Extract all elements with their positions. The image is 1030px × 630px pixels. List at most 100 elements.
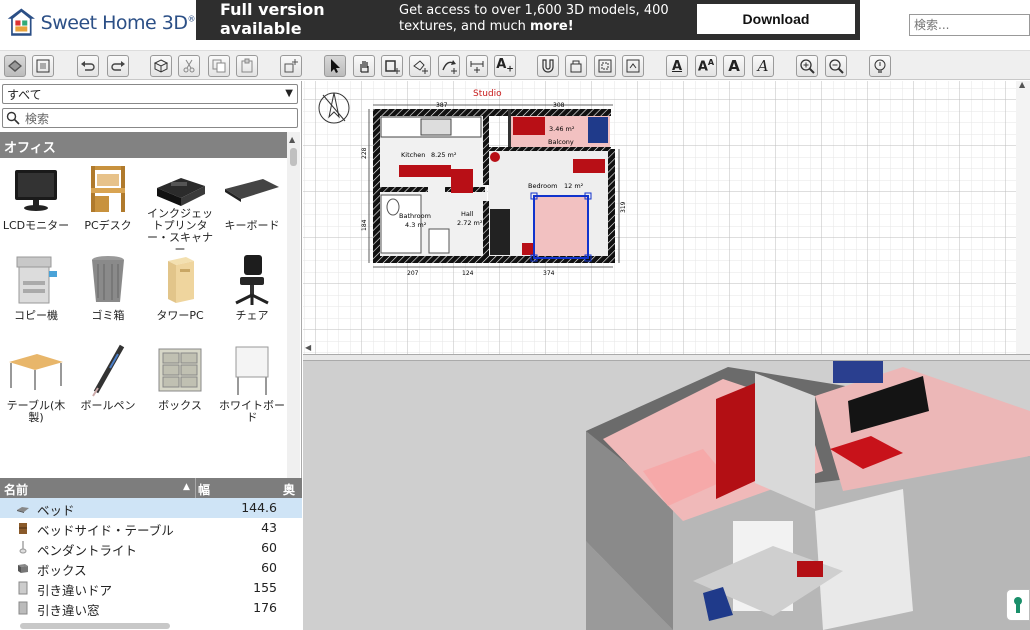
catalog-item-wooden-table[interactable]: テーブル(木製) — [0, 338, 72, 428]
room-name-kitchen[interactable]: Kitchen — [401, 151, 425, 159]
3d-bathroom — [815, 489, 913, 630]
preferences-button[interactable] — [869, 55, 891, 77]
ad-headline[interactable]: Full version available — [196, 0, 371, 40]
table-row[interactable]: ベッドサイド・テーブル 43 — [0, 518, 302, 538]
group-button[interactable] — [565, 55, 587, 77]
floor-plan: Studio Kitchen 8.25 m² Bathroom 4.3 m² H… — [318, 89, 627, 277]
category-select[interactable]: すべて ▼ — [2, 84, 298, 104]
import-furniture-button[interactable] — [280, 55, 302, 77]
nightstand[interactable] — [522, 243, 534, 255]
catalog-item-lcd-monitor[interactable]: LCDモニター — [0, 158, 72, 248]
bold-text-button[interactable]: A — [723, 55, 745, 77]
catalog-item-pc-desk[interactable]: PCデスク — [72, 158, 144, 248]
bold-text-icon: A — [728, 56, 740, 75]
room-name-balcony[interactable]: Balcony — [548, 138, 574, 146]
box-icon — [18, 564, 28, 573]
search-icon — [6, 111, 20, 125]
3d-view-button[interactable] — [32, 55, 54, 77]
table-row[interactable]: ベッド 144.6 — [0, 498, 302, 518]
select-mode-button[interactable] — [324, 55, 346, 77]
pendant-light-icon — [19, 541, 27, 554]
view-splitter[interactable] — [303, 354, 1030, 361]
catalog-item-ballpoint-pen[interactable]: ボールペン — [72, 338, 144, 428]
create-polylines-button[interactable] — [438, 55, 460, 77]
table-horizontal-scrollbar[interactable] — [20, 623, 170, 629]
catalog-item-chair[interactable]: チェア — [216, 248, 287, 338]
plan-title[interactable]: Studio — [473, 89, 502, 99]
room-name-bedroom[interactable]: Bedroom — [528, 182, 557, 190]
catalog-item-printer[interactable]: インクジェットプリンター・スキャナー — [144, 158, 216, 256]
flip-button[interactable] — [622, 55, 644, 77]
compass-icon[interactable] — [318, 92, 350, 124]
bedroom-desk[interactable] — [573, 159, 605, 173]
plan-vertical-scrollbar[interactable]: ▲ — [1016, 81, 1030, 354]
catalog-search-placeholder: 検索 — [25, 112, 50, 126]
balcony-planter[interactable] — [513, 117, 545, 135]
text-style-2-button[interactable]: AA — [695, 55, 717, 77]
room-name-hall[interactable]: Hall — [461, 210, 474, 218]
scroll-up-icon[interactable]: ▲ — [1019, 81, 1025, 89]
undo-button[interactable] — [77, 55, 99, 77]
top-banner: Sweet Home 3D® Full version available Ge… — [0, 0, 1030, 50]
catalog-item-keyboard[interactable]: キーボード — [216, 158, 287, 248]
redo-button[interactable] — [107, 55, 129, 77]
kitchen-table-extension[interactable] — [451, 169, 473, 193]
kitchen-table[interactable] — [399, 165, 451, 177]
room-name-bathroom[interactable]: Bathroom — [399, 212, 431, 220]
kitchen-sink[interactable] — [420, 118, 452, 136]
create-rooms-button[interactable] — [409, 55, 431, 77]
catalog-item-copier[interactable]: コピー機 — [0, 248, 72, 338]
sliding-door-icon — [18, 581, 28, 595]
catalog-item-whiteboard[interactable]: ホワイトボード — [216, 338, 287, 428]
table-row[interactable]: 引き違い窓 176 — [0, 598, 302, 618]
pan-mode-button[interactable] — [353, 55, 375, 77]
cut-button[interactable] — [178, 55, 200, 77]
scroll-left-icon[interactable]: ◀ — [305, 343, 311, 352]
zoom-out-button[interactable] — [825, 55, 847, 77]
magnet-button[interactable] — [537, 55, 559, 77]
plan-view[interactable]: Studio Kitchen 8.25 m² Bathroom 4.3 m² H… — [303, 81, 1030, 354]
table-row[interactable]: ペンダントライト 60 — [0, 538, 302, 558]
pc-desk-icon — [91, 166, 125, 212]
balcony-chair[interactable] — [588, 117, 608, 143]
lock-base-plan-button[interactable] — [1006, 589, 1030, 621]
text-style-button[interactable]: A — [666, 55, 688, 77]
table-row[interactable]: 引き違いドア 155 — [0, 578, 302, 598]
create-dimensions-button[interactable] — [466, 55, 488, 77]
create-rooms-icon — [413, 60, 428, 74]
catalog-item-tower-pc[interactable]: タワーPC — [144, 248, 216, 338]
import-furniture-icon — [284, 59, 298, 73]
column-header-name[interactable]: 名前 — [4, 481, 28, 498]
nightstand-icon — [19, 523, 27, 534]
text-style-2-icon: AA — [697, 57, 715, 75]
download-button[interactable]: Download — [697, 4, 855, 34]
zoom-in-button[interactable] — [796, 55, 818, 77]
zoom-out-icon — [829, 59, 844, 74]
italic-text-button[interactable]: A — [752, 55, 774, 77]
add-furniture-button[interactable] — [150, 55, 172, 77]
app-logo[interactable]: Sweet Home 3D® — [0, 0, 195, 46]
rotate-button[interactable] — [594, 55, 616, 77]
bed[interactable] — [534, 196, 588, 258]
plan-view-button[interactable] — [4, 55, 26, 77]
3d-view[interactable] — [303, 361, 1030, 630]
washbasin[interactable] — [428, 228, 450, 254]
toilet[interactable] — [386, 198, 400, 216]
catalog-group-header[interactable]: オフィス — [0, 132, 287, 158]
copy-button[interactable] — [208, 55, 230, 77]
create-walls-button[interactable] — [381, 55, 403, 77]
sweet-home-3d-app: Sweet Home 3D® Full version available Ge… — [0, 0, 1030, 630]
catalog-search-input[interactable]: 検索 — [2, 108, 298, 128]
table-row[interactable]: ボックス 60 — [0, 558, 302, 578]
column-header-width[interactable]: 幅 — [198, 481, 210, 498]
round-table[interactable] — [490, 152, 500, 162]
catalog-item-box[interactable]: ボックス — [144, 338, 216, 428]
top-search-input[interactable] — [909, 14, 1030, 36]
catalog-scrollbar-thumb[interactable] — [290, 148, 297, 166]
catalog-item-trash-can[interactable]: ゴミ箱 — [72, 248, 144, 338]
paste-button[interactable] — [236, 55, 258, 77]
add-text-button[interactable]: A+ — [494, 55, 516, 77]
scroll-up-icon[interactable]: ▲ — [289, 135, 295, 144]
dimension-bottom-left: 207 — [407, 270, 419, 277]
hall-cabinet[interactable] — [490, 209, 510, 255]
